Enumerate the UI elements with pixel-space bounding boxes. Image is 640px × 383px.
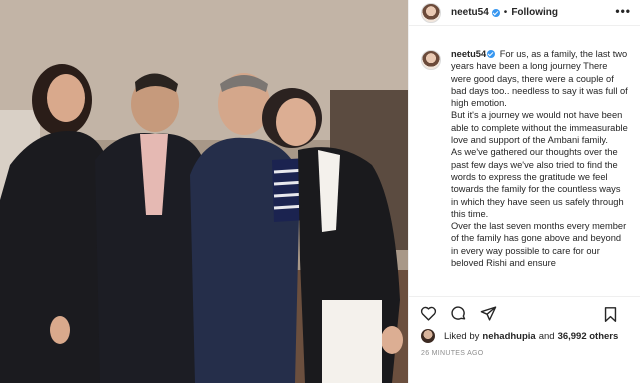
caption-username[interactable]: neetu54 — [451, 49, 486, 59]
likes-summary: Liked by nehadhupia and 36,992 others — [421, 328, 618, 344]
comment-icon[interactable] — [449, 305, 467, 323]
caption-section: neetu54 For us, as a family, the last tw… — [409, 48, 640, 296]
liker-avatar[interactable] — [421, 329, 435, 343]
post-header: neetu54 • Following ••• — [409, 0, 640, 26]
share-icon[interactable] — [479, 305, 497, 323]
caption-paragraph: Over the last seven months every member … — [451, 221, 627, 269]
more-options-icon[interactable]: ••• — [615, 5, 631, 17]
likes-connector: and — [538, 330, 555, 342]
caption-paragraph: But it's a journey we would not have bee… — [451, 110, 628, 146]
caption-text: neetu54 For us, as a family, the last tw… — [451, 48, 629, 296]
bookmark-icon[interactable] — [601, 305, 619, 323]
liker-username[interactable]: nehadhupia — [482, 331, 535, 342]
post-side-panel: neetu54 • Following ••• neetu54 For us, … — [408, 0, 640, 383]
caption-avatar[interactable] — [421, 50, 441, 70]
following-button[interactable]: Following — [511, 7, 558, 18]
header-username[interactable]: neetu54 — [451, 7, 489, 18]
family-group-photo — [0, 0, 408, 383]
post-timestamp[interactable]: 26 MINUTES AGO — [421, 350, 484, 357]
avatar[interactable] — [421, 2, 441, 23]
verified-badge-icon — [487, 50, 496, 58]
caption-paragraph: As we've gathered our thoughts over the … — [451, 147, 624, 219]
likes-prefix: Liked by — [444, 330, 480, 342]
post-photo[interactable] — [0, 0, 408, 383]
heart-icon[interactable] — [419, 305, 437, 323]
verified-badge-icon — [491, 8, 500, 17]
separator-dot: • — [503, 7, 508, 18]
likes-count-link[interactable]: 36,992 others — [558, 331, 619, 342]
action-bar — [409, 296, 640, 330]
